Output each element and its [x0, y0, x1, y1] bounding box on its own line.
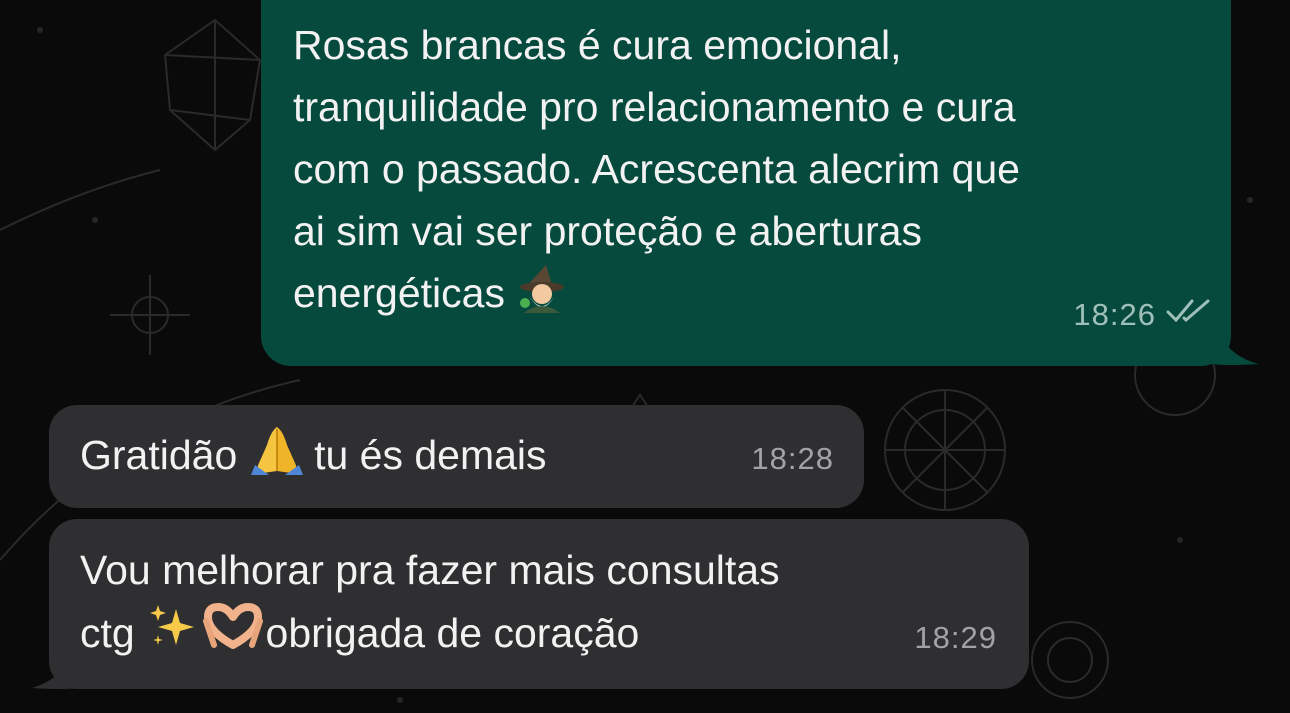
- mage-emoji-icon: [516, 263, 570, 313]
- incoming-bubble-tail: [32, 632, 80, 689]
- sparkles-emoji-icon: [146, 601, 200, 651]
- incoming-message-bubble[interactable]: Gratidão tu és demais 18:28: [49, 405, 864, 508]
- message-timestamp: 18:26: [1073, 297, 1156, 332]
- message-text: Gratidão tu és demais: [80, 423, 834, 486]
- incoming-message-bubble[interactable]: Vou melhorar pra fazer mais consultas ct…: [49, 519, 1029, 689]
- message-line: Vou melhorar pra fazer mais consultas: [80, 547, 780, 593]
- message-line: ctg obrigada de coração: [80, 601, 999, 664]
- message-timestamp: 18:29: [914, 620, 997, 655]
- outgoing-bubble-tail: [1211, 310, 1259, 365]
- folded-hands-emoji-icon: [249, 423, 303, 475]
- message-text: Rosas brancas é cura emocional, tranquil…: [293, 22, 1020, 316]
- heart-hands-emoji-icon: [200, 601, 264, 651]
- read-receipt-icon: [1165, 279, 1211, 341]
- outgoing-message-bubble[interactable]: Rosas brancas é cura emocional, tranquil…: [261, 0, 1231, 366]
- message-text: Vou melhorar pra fazer mais consultas ct…: [80, 539, 999, 664]
- message-timestamp: 18:28: [751, 441, 834, 476]
- chat-view: Rosas brancas é cura emocional, tranquil…: [0, 0, 1290, 713]
